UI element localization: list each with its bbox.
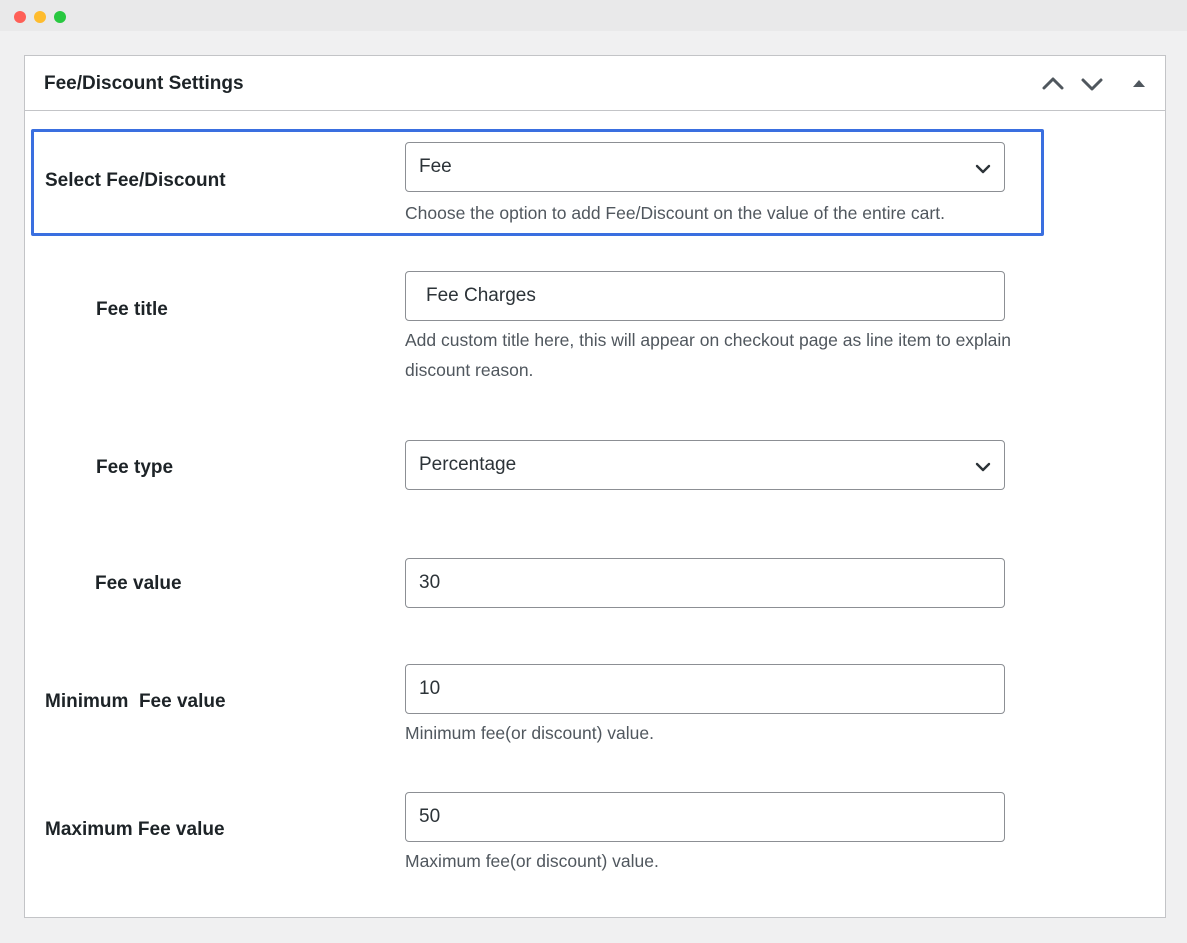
maximum-fee-value-value: 50 [419,806,441,827]
close-window-button[interactable] [14,11,26,23]
fee-type-dropdown[interactable]: Percentage [405,440,1005,490]
toggle-panel-button[interactable] [1125,70,1153,98]
minimum-fee-value-description: Minimum fee(or discount) value. [405,723,654,743]
maximum-fee-value-input[interactable]: 50 [405,792,1005,842]
move-down-button[interactable] [1078,70,1106,98]
fee-title-description-line2: discount reason. [405,360,534,380]
chevron-down-icon [974,160,992,182]
select-fee-discount-value: Fee [419,156,452,177]
fee-value-label: Fee value [95,573,182,594]
fee-title-value: Fee Charges [426,285,536,306]
fee-value-value: 30 [419,572,441,593]
move-up-button[interactable] [1039,70,1067,98]
maximum-fee-value-description: Maximum fee(or discount) value. [405,851,659,871]
panel-header: Fee/Discount Settings [25,56,1165,111]
fee-value-input[interactable]: 30 [405,558,1005,608]
panel-title: Fee/Discount Settings [44,73,244,94]
triangle-up-icon [1125,70,1153,98]
minimize-window-button[interactable] [34,11,46,23]
chevron-up-icon [1039,70,1067,98]
chevron-down-icon [1078,70,1106,98]
minimum-fee-value-value: 10 [419,678,441,699]
fee-discount-settings-panel: Fee/Discount Settings Select Fee/Discoun… [24,55,1166,918]
fee-title-label: Fee title [96,299,168,320]
fee-title-description-line1: Add custom title here, this will appear … [405,330,1012,350]
select-fee-discount-description: Choose the option to add Fee/Discount on… [405,203,945,223]
window-titlebar [0,0,1187,31]
select-fee-discount-label: Select Fee/Discount [45,170,226,191]
select-fee-discount-dropdown[interactable]: Fee [405,142,1005,192]
chevron-down-icon [974,458,992,480]
fee-type-value: Percentage [419,454,517,475]
minimum-fee-value-input[interactable]: 10 [405,664,1005,714]
maximum-fee-value-label: Maximum Fee value [45,819,225,840]
fee-type-label: Fee type [96,457,174,478]
fee-title-input[interactable]: Fee Charges [405,271,1005,321]
minimum-fee-value-label: Minimum Fee value [45,691,226,712]
maximize-window-button[interactable] [54,11,66,23]
